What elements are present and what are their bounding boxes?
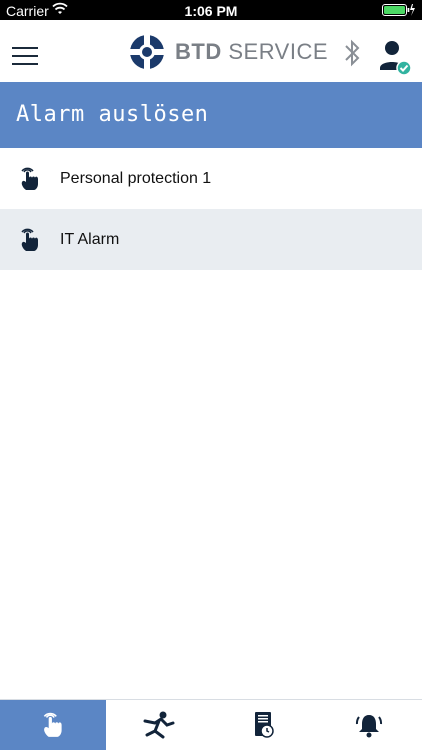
tab-device-timer[interactable] <box>211 700 317 750</box>
page-title-bar: Alarm auslösen <box>0 82 422 148</box>
hand-touch-icon <box>0 227 60 253</box>
alarm-item-label: Personal protection 1 <box>60 169 212 187</box>
status-time: 1:06 PM <box>184 3 238 19</box>
page-title: Alarm auslösen <box>16 102 209 127</box>
brand-bold: BTD <box>175 39 222 64</box>
alarm-item-personal-protection[interactable]: Personal protection 1 <box>0 148 422 209</box>
app-header: BTD SERVICE <box>0 20 422 83</box>
hand-touch-icon <box>43 712 62 737</box>
brand-rest: SERVICE <box>228 39 329 64</box>
brand-text: BTD SERVICE <box>175 39 328 65</box>
btd-logo: BTD SERVICE <box>127 34 328 70</box>
user-verified-icon[interactable] <box>378 38 414 81</box>
tab-man-down[interactable] <box>106 700 212 750</box>
alarm-bell-icon <box>356 715 383 738</box>
status-bar: Carrier 1:06 PM <box>0 0 422 20</box>
btd-logo-mark <box>129 34 165 70</box>
bottom-tab-bar <box>0 699 422 750</box>
hand-touch-icon <box>0 166 60 192</box>
fall-person-icon <box>143 711 175 739</box>
hamburger-menu-icon[interactable] <box>12 47 38 65</box>
battery-icon <box>382 3 416 20</box>
alarm-item-it-alarm[interactable]: IT Alarm <box>0 209 422 270</box>
alarm-item-label: IT Alarm <box>60 230 120 248</box>
alarm-list: Personal protection 1 IT Alarm <box>0 148 422 270</box>
bluetooth-icon[interactable] <box>342 38 362 73</box>
tab-alarm-bell[interactable] <box>317 700 422 750</box>
device-timer-icon <box>254 712 274 738</box>
tab-alarm-trigger[interactable] <box>0 700 106 750</box>
